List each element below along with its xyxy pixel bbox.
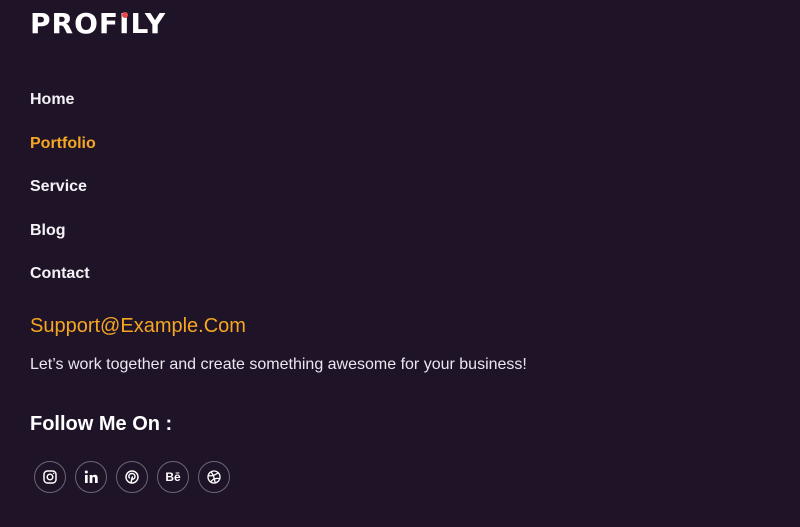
brand-logo[interactable]: PROFI LY [30, 8, 166, 40]
support-email-link[interactable]: Support@Example.Com [30, 312, 246, 340]
nav-item-contact[interactable]: Contact [30, 262, 96, 306]
nav-item-portfolio[interactable]: Portfolio [30, 132, 96, 176]
behance-link[interactable]: Bē [157, 461, 189, 493]
pinterest-icon [125, 470, 139, 484]
follow-heading: Follow Me On : [30, 413, 173, 435]
instagram-link[interactable] [34, 461, 66, 493]
social-links: Bē [34, 461, 230, 493]
linkedin-link[interactable] [75, 461, 107, 493]
logo-text-f: F [98, 7, 120, 40]
linkedin-icon [84, 470, 98, 483]
tagline-text: Let’s work together and create something… [30, 356, 527, 373]
nav-item-blog[interactable]: Blog [30, 219, 96, 263]
instagram-icon [43, 470, 57, 484]
nav-item-service[interactable]: Service [30, 175, 96, 219]
logo-text-end: LY [130, 7, 167, 40]
main-navigation: Home Portfolio Service Blog Contact [30, 88, 96, 306]
nav-item-home[interactable]: Home [30, 88, 96, 132]
logo-text-start: PRO [30, 7, 99, 40]
logo-accent-dot [121, 12, 128, 18]
logo-letter-i: I [119, 8, 130, 40]
pinterest-link[interactable] [116, 461, 148, 493]
behance-icon: Bē [165, 470, 181, 484]
dribbble-link[interactable] [198, 461, 230, 493]
dribbble-icon [207, 470, 221, 484]
